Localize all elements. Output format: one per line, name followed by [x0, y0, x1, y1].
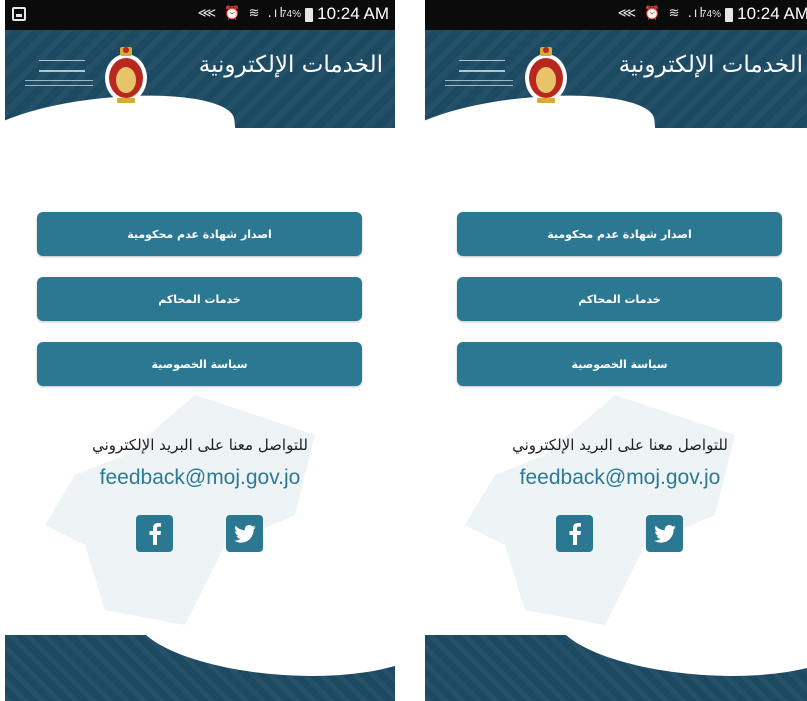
jordan-map-watermark	[45, 395, 315, 625]
contact-prompt: للتواصل معنا على البريد الإلكتروني	[92, 436, 308, 454]
privacy-policy-button[interactable]: سياسة الخصوصية	[37, 342, 362, 386]
court-services-button[interactable]: خدمات المحاكم	[37, 277, 362, 321]
contact-email-link[interactable]: feedback@moj.gov.jo	[5, 466, 395, 490]
battery-percent: 74%	[700, 9, 721, 20]
twitter-icon	[233, 524, 256, 543]
ministry-logo	[23, 56, 95, 100]
battery-icon	[305, 8, 313, 22]
jordan-map-watermark	[465, 395, 735, 625]
app-header: الخدمات الإلكترونية	[5, 30, 395, 128]
status-icons: ⋘ ⏰ ≋ .ıl	[617, 6, 705, 21]
twitter-button[interactable]	[646, 515, 683, 552]
battery-icon	[725, 8, 733, 22]
twitter-button[interactable]	[226, 515, 263, 552]
coat-of-arms-icon	[105, 47, 147, 103]
app-header: الخدمات الإلكترونية	[425, 30, 807, 128]
twitter-icon	[653, 524, 676, 543]
phone-screen-left: ⋘ ⏰ ≋ .ıl 74% 10:24 AM الخدمات الإلكترون…	[5, 0, 395, 701]
page-title: الخدمات الإلكترونية	[618, 52, 803, 78]
battery-percent: 74%	[280, 9, 301, 20]
issue-certificate-button[interactable]: اصدار شهادة عدم محكومية	[457, 212, 782, 256]
phone-screen-right: ⋘ ⏰ ≋ .ıl 74% 10:24 AM الخدمات الإلكترون…	[425, 0, 807, 701]
facebook-icon	[149, 522, 161, 545]
ministry-logo	[443, 56, 515, 100]
status-time: 10:24 AM	[317, 4, 389, 23]
issue-certificate-button[interactable]: اصدار شهادة عدم محكومية	[37, 212, 362, 256]
status-time: 10:24 AM	[737, 4, 807, 23]
contact-email-link[interactable]: feedback@moj.gov.jo	[425, 466, 807, 490]
status-icons: ⋘ ⏰ ≋ .ıl	[197, 6, 285, 21]
court-services-button[interactable]: خدمات المحاكم	[457, 277, 782, 321]
page-title: الخدمات الإلكترونية	[198, 52, 383, 78]
app-footer	[425, 635, 807, 701]
screenshot-notification-icon	[12, 7, 26, 21]
facebook-icon	[569, 522, 581, 545]
coat-of-arms-icon	[525, 47, 567, 103]
privacy-policy-button[interactable]: سياسة الخصوصية	[457, 342, 782, 386]
facebook-button[interactable]	[556, 515, 593, 552]
status-bar: ⋘ ⏰ ≋ .ıl 74% 10:24 AM	[425, 0, 807, 30]
app-footer	[5, 635, 395, 701]
status-bar: ⋘ ⏰ ≋ .ıl 74% 10:24 AM	[5, 0, 395, 30]
contact-prompt: للتواصل معنا على البريد الإلكتروني	[512, 436, 728, 454]
facebook-button[interactable]	[136, 515, 173, 552]
